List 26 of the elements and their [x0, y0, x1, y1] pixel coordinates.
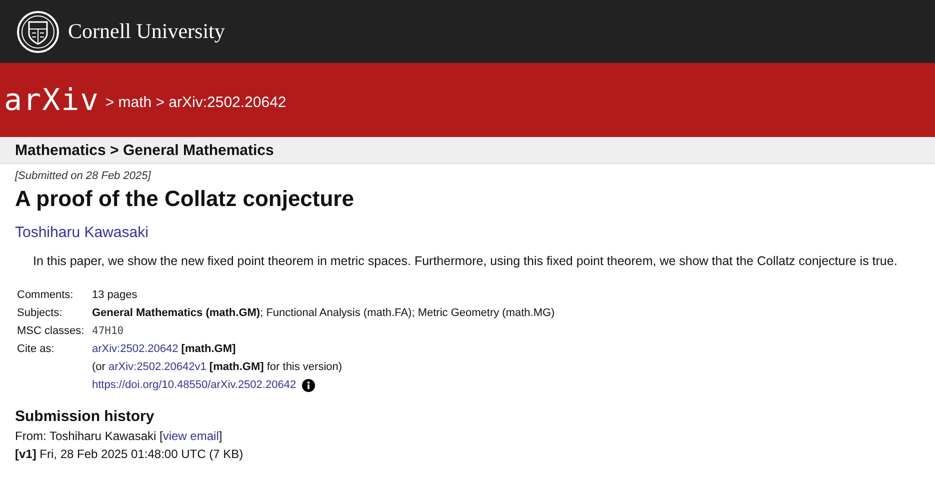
breadcrumb: > math > arXiv:2502.20642 — [105, 94, 286, 110]
metadata-label: Subjects: — [17, 306, 64, 318]
abstract-text: In this paper, we show the new fixed point theorem in metric spaces. Furthermore, using this fixed point theorem, we show that the Collatz conjecture is true. — [33, 254, 898, 268]
citation-link[interactable]: arXiv:2502.20642 — [92, 342, 178, 354]
citation-link[interactable]: https://doi.org/10.48550/arXiv.2502.20642 — [92, 379, 296, 391]
citation-link[interactable]: arXiv:2502.20642v1 — [108, 360, 206, 372]
section-heading: Submission history — [15, 408, 154, 424]
view-email-link[interactable]: view email — [162, 428, 219, 442]
paper-title: A proof of the Collatz conjecture — [15, 186, 354, 211]
submission-date: [Submitted on 28 Feb 2025] — [15, 170, 151, 182]
citation-text: arXiv:2502.20642 [math.GM] — [92, 342, 236, 354]
category-title: Mathematics > General Mathematics — [15, 142, 274, 158]
metadata-label: Comments: — [17, 288, 74, 300]
version-entry: [v1] Fri, 28 Feb 2025 01:48:00 UTC (7 KB) — [15, 446, 244, 460]
metadata-value: General Mathematics (math.GM); Functional Analysis (math.FA); Metric Geometry (math.MG) — [92, 306, 555, 318]
author-link[interactable]: Toshiharu Kawasaki — [15, 224, 148, 241]
seal-icon — [16, 10, 60, 54]
citation-text: (or arXiv:2502.20642v1 [math.GM] for this version) — [92, 360, 342, 372]
arxiv-logo[interactable]: arXiv — [4, 82, 100, 118]
metadata-label: Cite as: — [17, 342, 56, 356]
university-name[interactable]: Cornell University — [68, 19, 225, 44]
submitter-text: From: Toshiharu Kawasaki [view email] — [15, 428, 224, 442]
metadata-value: 47H10 — [92, 324, 124, 336]
metadata-label: MSC classes: — [17, 324, 86, 336]
info-icon[interactable] — [302, 378, 316, 392]
metadata-value: 13 pages — [92, 288, 138, 300]
